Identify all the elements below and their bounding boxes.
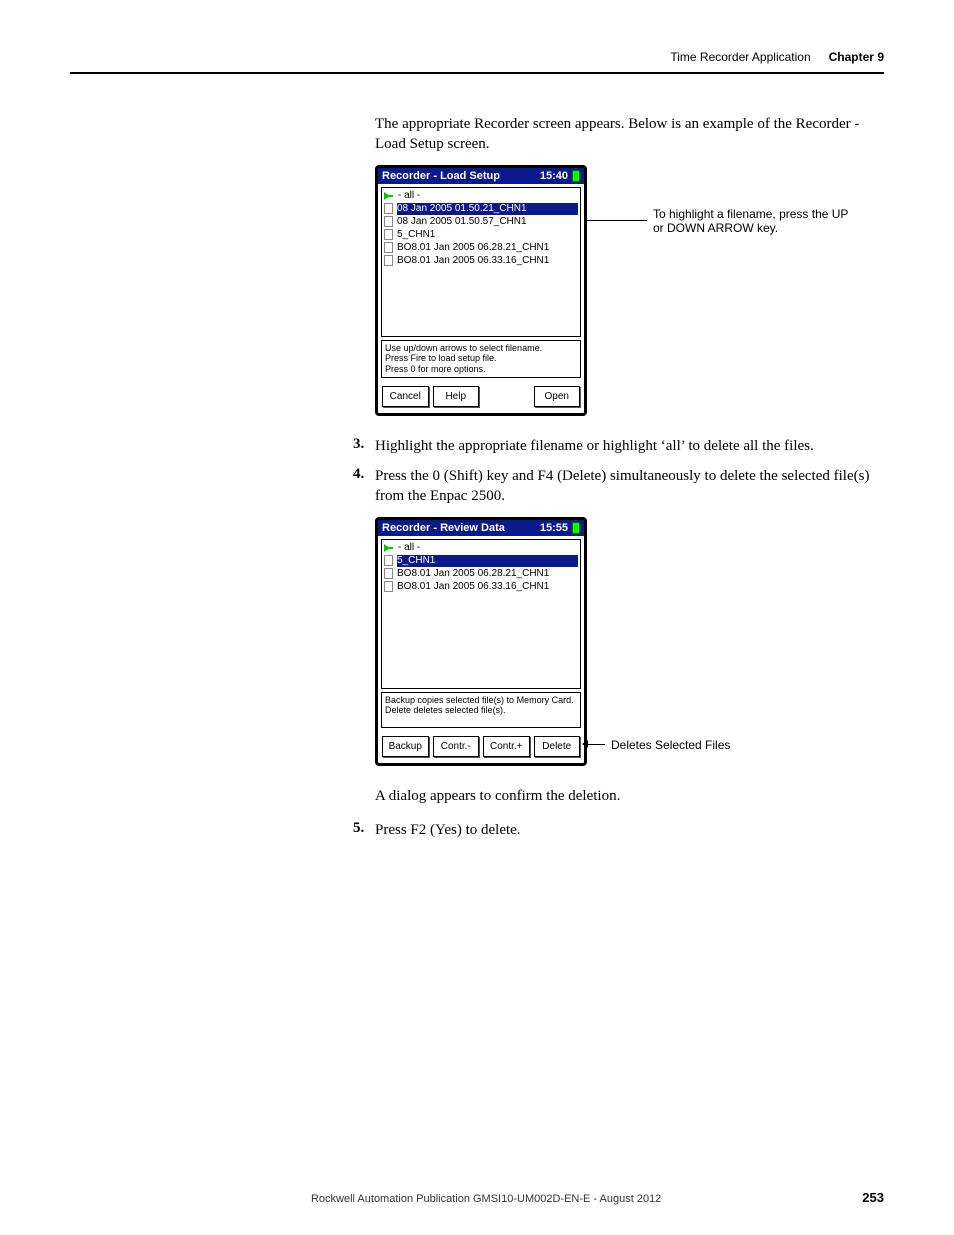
hint-box: Backup copies selected file(s) to Memory… <box>381 692 581 728</box>
file-list[interactable]: - all - 5_CHN1 BO8.01 Jan 2005 06.28.21_… <box>381 539 581 689</box>
hint-line: Use up/down arrows to select filename. <box>385 343 577 354</box>
document-icon <box>384 242 393 253</box>
document-icon <box>384 581 393 592</box>
page: Time Recorder Application Chapter 9 The … <box>0 0 954 1235</box>
footer-publication: Rockwell Automation Publication GMSI10-U… <box>110 1193 862 1205</box>
button-row: Cancel Help Open <box>378 381 584 413</box>
callout-delete: Deletes Selected Files <box>587 738 730 752</box>
document-icon <box>384 555 393 566</box>
contrast-plus-button[interactable]: Contr.+ <box>483 736 530 757</box>
titlebar-time: 15:40 <box>540 170 568 182</box>
step-number: 5. <box>353 820 375 840</box>
file-label: - all - <box>398 190 420 202</box>
cancel-button[interactable]: Cancel <box>382 386 429 407</box>
open-button[interactable]: Open <box>534 386 581 407</box>
step-text: Press F2 (Yes) to delete. <box>375 820 521 840</box>
document-icon <box>384 255 393 266</box>
file-label: 5_CHN1 <box>397 555 578 567</box>
file-label: 08 Jan 2005 01.50.57_CHN1 <box>397 216 527 228</box>
file-line-all[interactable]: - all - <box>384 542 578 555</box>
file-label: 5_CHN1 <box>397 229 435 241</box>
figure-1-row: Recorder - Load Setup 15:40 - all - 08 J… <box>375 165 884 416</box>
document-icon <box>384 229 393 240</box>
header-app-title: Time Recorder Application <box>670 50 810 64</box>
file-line[interactable]: 5_CHN1 <box>384 229 578 242</box>
header-chapter: Chapter 9 <box>829 50 884 64</box>
delete-button[interactable]: Delete <box>534 736 581 757</box>
file-label: BO8.01 Jan 2005 06.28.21_CHN1 <box>397 242 549 254</box>
titlebar-time: 15:55 <box>540 522 568 534</box>
file-line[interactable]: BO8.01 Jan 2005 06.28.21_CHN1 <box>384 568 578 581</box>
file-line[interactable]: 08 Jan 2005 01.50.57_CHN1 <box>384 216 578 229</box>
page-footer: Rockwell Automation Publication GMSI10-U… <box>70 1190 884 1205</box>
file-line[interactable]: BO8.01 Jan 2005 06.28.21_CHN1 <box>384 242 578 255</box>
callout-text: To highlight a filename, press the UP or… <box>653 207 853 235</box>
callout-highlight: To highlight a filename, press the UP or… <box>587 207 853 235</box>
step-text: Highlight the appropriate filename or hi… <box>375 436 814 456</box>
steps-list: 3. Highlight the appropriate filename or… <box>353 436 884 507</box>
step-5: 5. Press F2 (Yes) to delete. <box>353 820 884 840</box>
titlebar-title: Recorder - Review Data <box>382 522 505 534</box>
file-label: BO8.01 Jan 2005 06.28.21_CHN1 <box>397 568 549 580</box>
arrow-icon <box>384 192 394 200</box>
file-line[interactable]: 5_CHN1 <box>384 555 578 568</box>
file-label: - all - <box>398 542 420 554</box>
help-button[interactable]: Help <box>433 386 480 407</box>
file-label: 08 Jan 2005 01.50.21_CHN1 <box>397 203 578 215</box>
step-number: 3. <box>353 436 375 456</box>
hint-line: Delete deletes selected file(s). <box>385 705 577 716</box>
hint-line: Press Fire to load setup file. <box>385 353 577 364</box>
file-line[interactable]: BO8.01 Jan 2005 06.33.16_CHN1 <box>384 581 578 594</box>
battery-icon <box>572 522 580 534</box>
hint-line: Backup copies selected file(s) to Memory… <box>385 695 577 706</box>
document-icon <box>384 568 393 579</box>
titlebar-title: Recorder - Load Setup <box>382 170 500 182</box>
hint-line: Press 0 for more options. <box>385 364 577 375</box>
steps-list-2: 5. Press F2 (Yes) to delete. <box>353 820 884 840</box>
figure-2-row: Recorder - Review Data 15:55 - all - 5_C… <box>375 517 884 766</box>
arrow-icon <box>384 544 394 552</box>
titlebar: Recorder - Load Setup 15:40 <box>378 168 584 184</box>
contrast-minus-button[interactable]: Contr.- <box>433 736 480 757</box>
footer-page-number: 253 <box>862 1190 884 1205</box>
document-icon <box>384 216 393 227</box>
button-row: Backup Contr.- Contr.+ Delete <box>378 731 584 763</box>
device-screen-review-data: Recorder - Review Data 15:55 - all - 5_C… <box>375 517 587 766</box>
titlebar: Recorder - Review Data 15:55 <box>378 520 584 536</box>
callout-text: Deletes Selected Files <box>611 738 730 752</box>
file-line-all[interactable]: - all - <box>384 190 578 203</box>
file-list[interactable]: - all - 08 Jan 2005 01.50.21_CHN1 08 Jan… <box>381 187 581 337</box>
document-icon <box>384 203 393 214</box>
file-line[interactable]: BO8.01 Jan 2005 06.33.16_CHN1 <box>384 255 578 268</box>
step-text: Press the 0 (Shift) key and F4 (Delete) … <box>375 466 884 507</box>
device-screen-load-setup: Recorder - Load Setup 15:40 - all - 08 J… <box>375 165 587 416</box>
file-label: BO8.01 Jan 2005 06.33.16_CHN1 <box>397 581 549 593</box>
file-label: BO8.01 Jan 2005 06.33.16_CHN1 <box>397 255 549 267</box>
body-column: The appropriate Recorder screen appears.… <box>375 114 884 840</box>
step-4: 4. Press the 0 (Shift) key and F4 (Delet… <box>353 466 884 507</box>
backup-button[interactable]: Backup <box>382 736 429 757</box>
battery-icon <box>572 170 580 182</box>
intro-paragraph: The appropriate Recorder screen appears.… <box>375 114 884 155</box>
page-header: Time Recorder Application Chapter 9 <box>70 50 884 74</box>
step-number: 4. <box>353 466 375 507</box>
step-3: 3. Highlight the appropriate filename or… <box>353 436 884 456</box>
file-line[interactable]: 08 Jan 2005 01.50.21_CHN1 <box>384 203 578 216</box>
hint-box: Use up/down arrows to select filename. P… <box>381 340 581 378</box>
post-paragraph: A dialog appears to confirm the deletion… <box>375 786 884 806</box>
